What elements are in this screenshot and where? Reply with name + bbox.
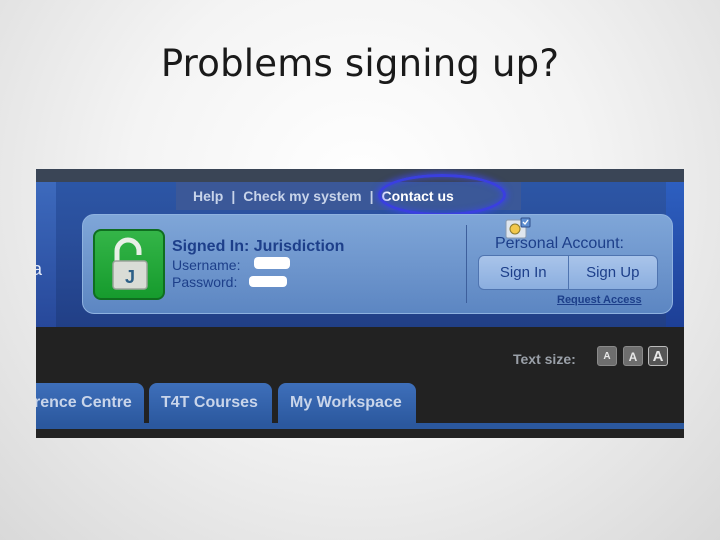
check-system-link[interactable]: Check my system: [243, 188, 361, 204]
password-redaction: [249, 276, 287, 287]
cropped-logo-text: a: [36, 259, 43, 279]
text-size-small-button[interactable]: A: [597, 346, 617, 366]
sign-in-button[interactable]: Sign In: [479, 256, 568, 289]
password-label: Password:: [172, 274, 238, 290]
text-size-large-button[interactable]: A: [648, 346, 668, 366]
unlocked-lock-icon: J: [93, 229, 165, 300]
link-separator: |: [231, 188, 236, 204]
help-link[interactable]: Help: [193, 188, 223, 204]
tab-my-workspace[interactable]: My Workspace: [278, 383, 416, 425]
header-stripe-left: [36, 169, 56, 327]
personal-account-label: Personal Account:: [495, 235, 624, 252]
request-access-link[interactable]: Request Access: [557, 294, 642, 306]
slide-title: Problems signing up?: [160, 42, 560, 85]
panel-divider: [466, 225, 467, 303]
username-redaction: [254, 257, 290, 269]
top-dark-bar: [36, 169, 684, 182]
account-button-group: Sign In Sign Up: [478, 255, 658, 290]
tab-t4t-courses[interactable]: T4T Courses: [149, 383, 272, 425]
username-label: Username:: [172, 257, 241, 273]
link-separator: |: [369, 188, 374, 204]
signed-in-title: Signed In: Jurisdiction: [172, 238, 345, 255]
sign-up-button[interactable]: Sign Up: [567, 256, 658, 289]
lock-letter: J: [125, 267, 135, 287]
contact-highlight-ring: [378, 174, 506, 216]
text-size-medium-button[interactable]: A: [623, 346, 643, 366]
website-screenshot: a Help | Check my system | Contact us J …: [36, 169, 684, 438]
tab-reference-centre[interactable]: rence Centre: [36, 383, 144, 425]
text-size-label: Text size:: [513, 351, 576, 367]
